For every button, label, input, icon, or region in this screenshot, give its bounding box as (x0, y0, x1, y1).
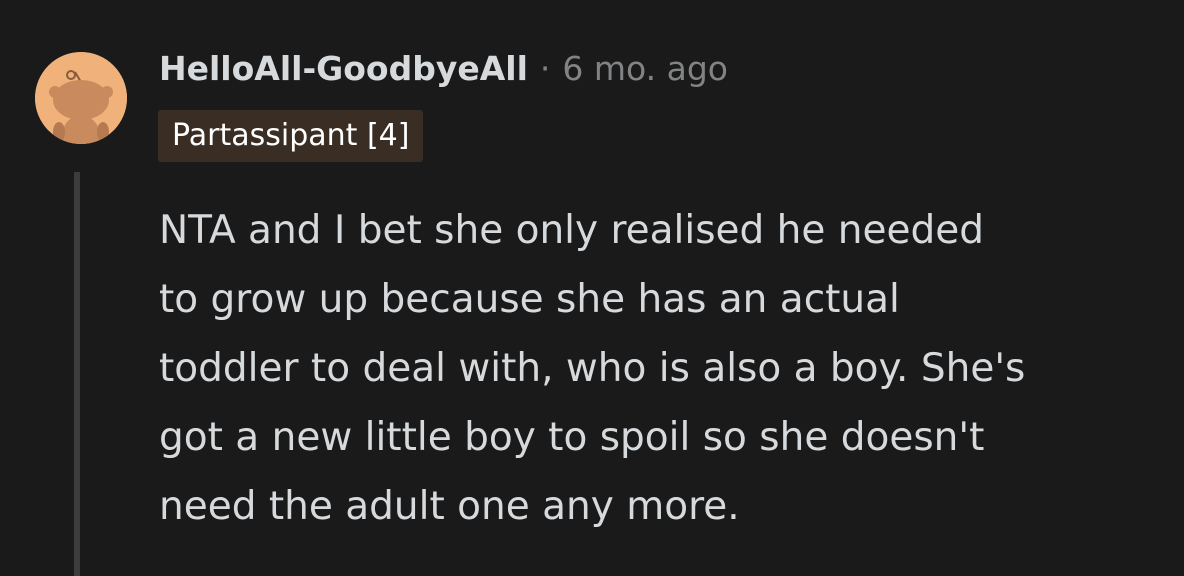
comment-timestamp[interactable]: 6 mo. ago (562, 48, 728, 90)
author-username[interactable]: HelloAll-GoodbyeAll (159, 48, 528, 90)
comment-header: HelloAll-GoodbyeAll · 6 mo. ago (159, 48, 728, 90)
comment-body-line: need the adult one any more. (159, 484, 740, 529)
meta-separator: · (539, 49, 551, 88)
comment-body-line: toddler to deal with, who is also a boy.… (159, 346, 1026, 391)
thread-collapse-line[interactable] (74, 172, 80, 576)
comment-body-line: to grow up because she has an actual (159, 277, 900, 322)
comment-body-line: NTA and I bet she only realised he neede… (159, 208, 984, 253)
reddit-snoo-avatar-icon (35, 52, 127, 144)
comment-body-line: got a new little boy to spoil so she doe… (159, 415, 985, 460)
user-flair: Partassipant [4] (158, 110, 424, 162)
avatar[interactable] (35, 52, 127, 144)
comment-body: NTA and I bet she only realised he neede… (159, 196, 1169, 541)
